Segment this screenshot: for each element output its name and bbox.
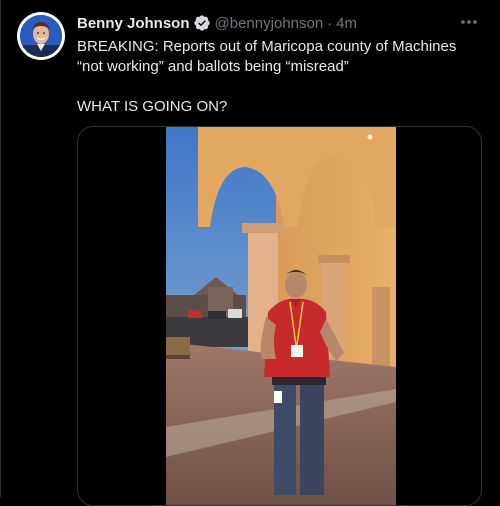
avatar[interactable] bbox=[17, 12, 65, 60]
tweet-timestamp[interactable]: 4m bbox=[336, 15, 357, 32]
media-container[interactable] bbox=[77, 126, 482, 506]
tweet-text: BREAKING: Reports out of Maricopa county… bbox=[77, 37, 487, 117]
verified-badge-icon bbox=[193, 14, 211, 32]
tweet-card[interactable]: Benny Johnson @bennyjohnson · 4m BREAKIN… bbox=[0, 0, 500, 506]
tweet-text-line: “not working” and ballots being “misread… bbox=[77, 58, 349, 75]
separator-dot: · bbox=[327, 14, 333, 32]
tweet-header: Benny Johnson @bennyjohnson · 4m bbox=[77, 13, 460, 33]
tweet-text-followup: WHAT IS GOING ON? bbox=[77, 98, 228, 115]
profile-photo bbox=[20, 15, 62, 57]
author-name[interactable]: Benny Johnson bbox=[77, 15, 190, 32]
ellipsis-icon[interactable] bbox=[458, 12, 480, 32]
video-frame[interactable] bbox=[166, 127, 396, 505]
tweet-text-line: BREAKING: Reports out of Maricopa county… bbox=[77, 38, 457, 55]
author-handle[interactable]: @bennyjohnson bbox=[215, 15, 324, 32]
